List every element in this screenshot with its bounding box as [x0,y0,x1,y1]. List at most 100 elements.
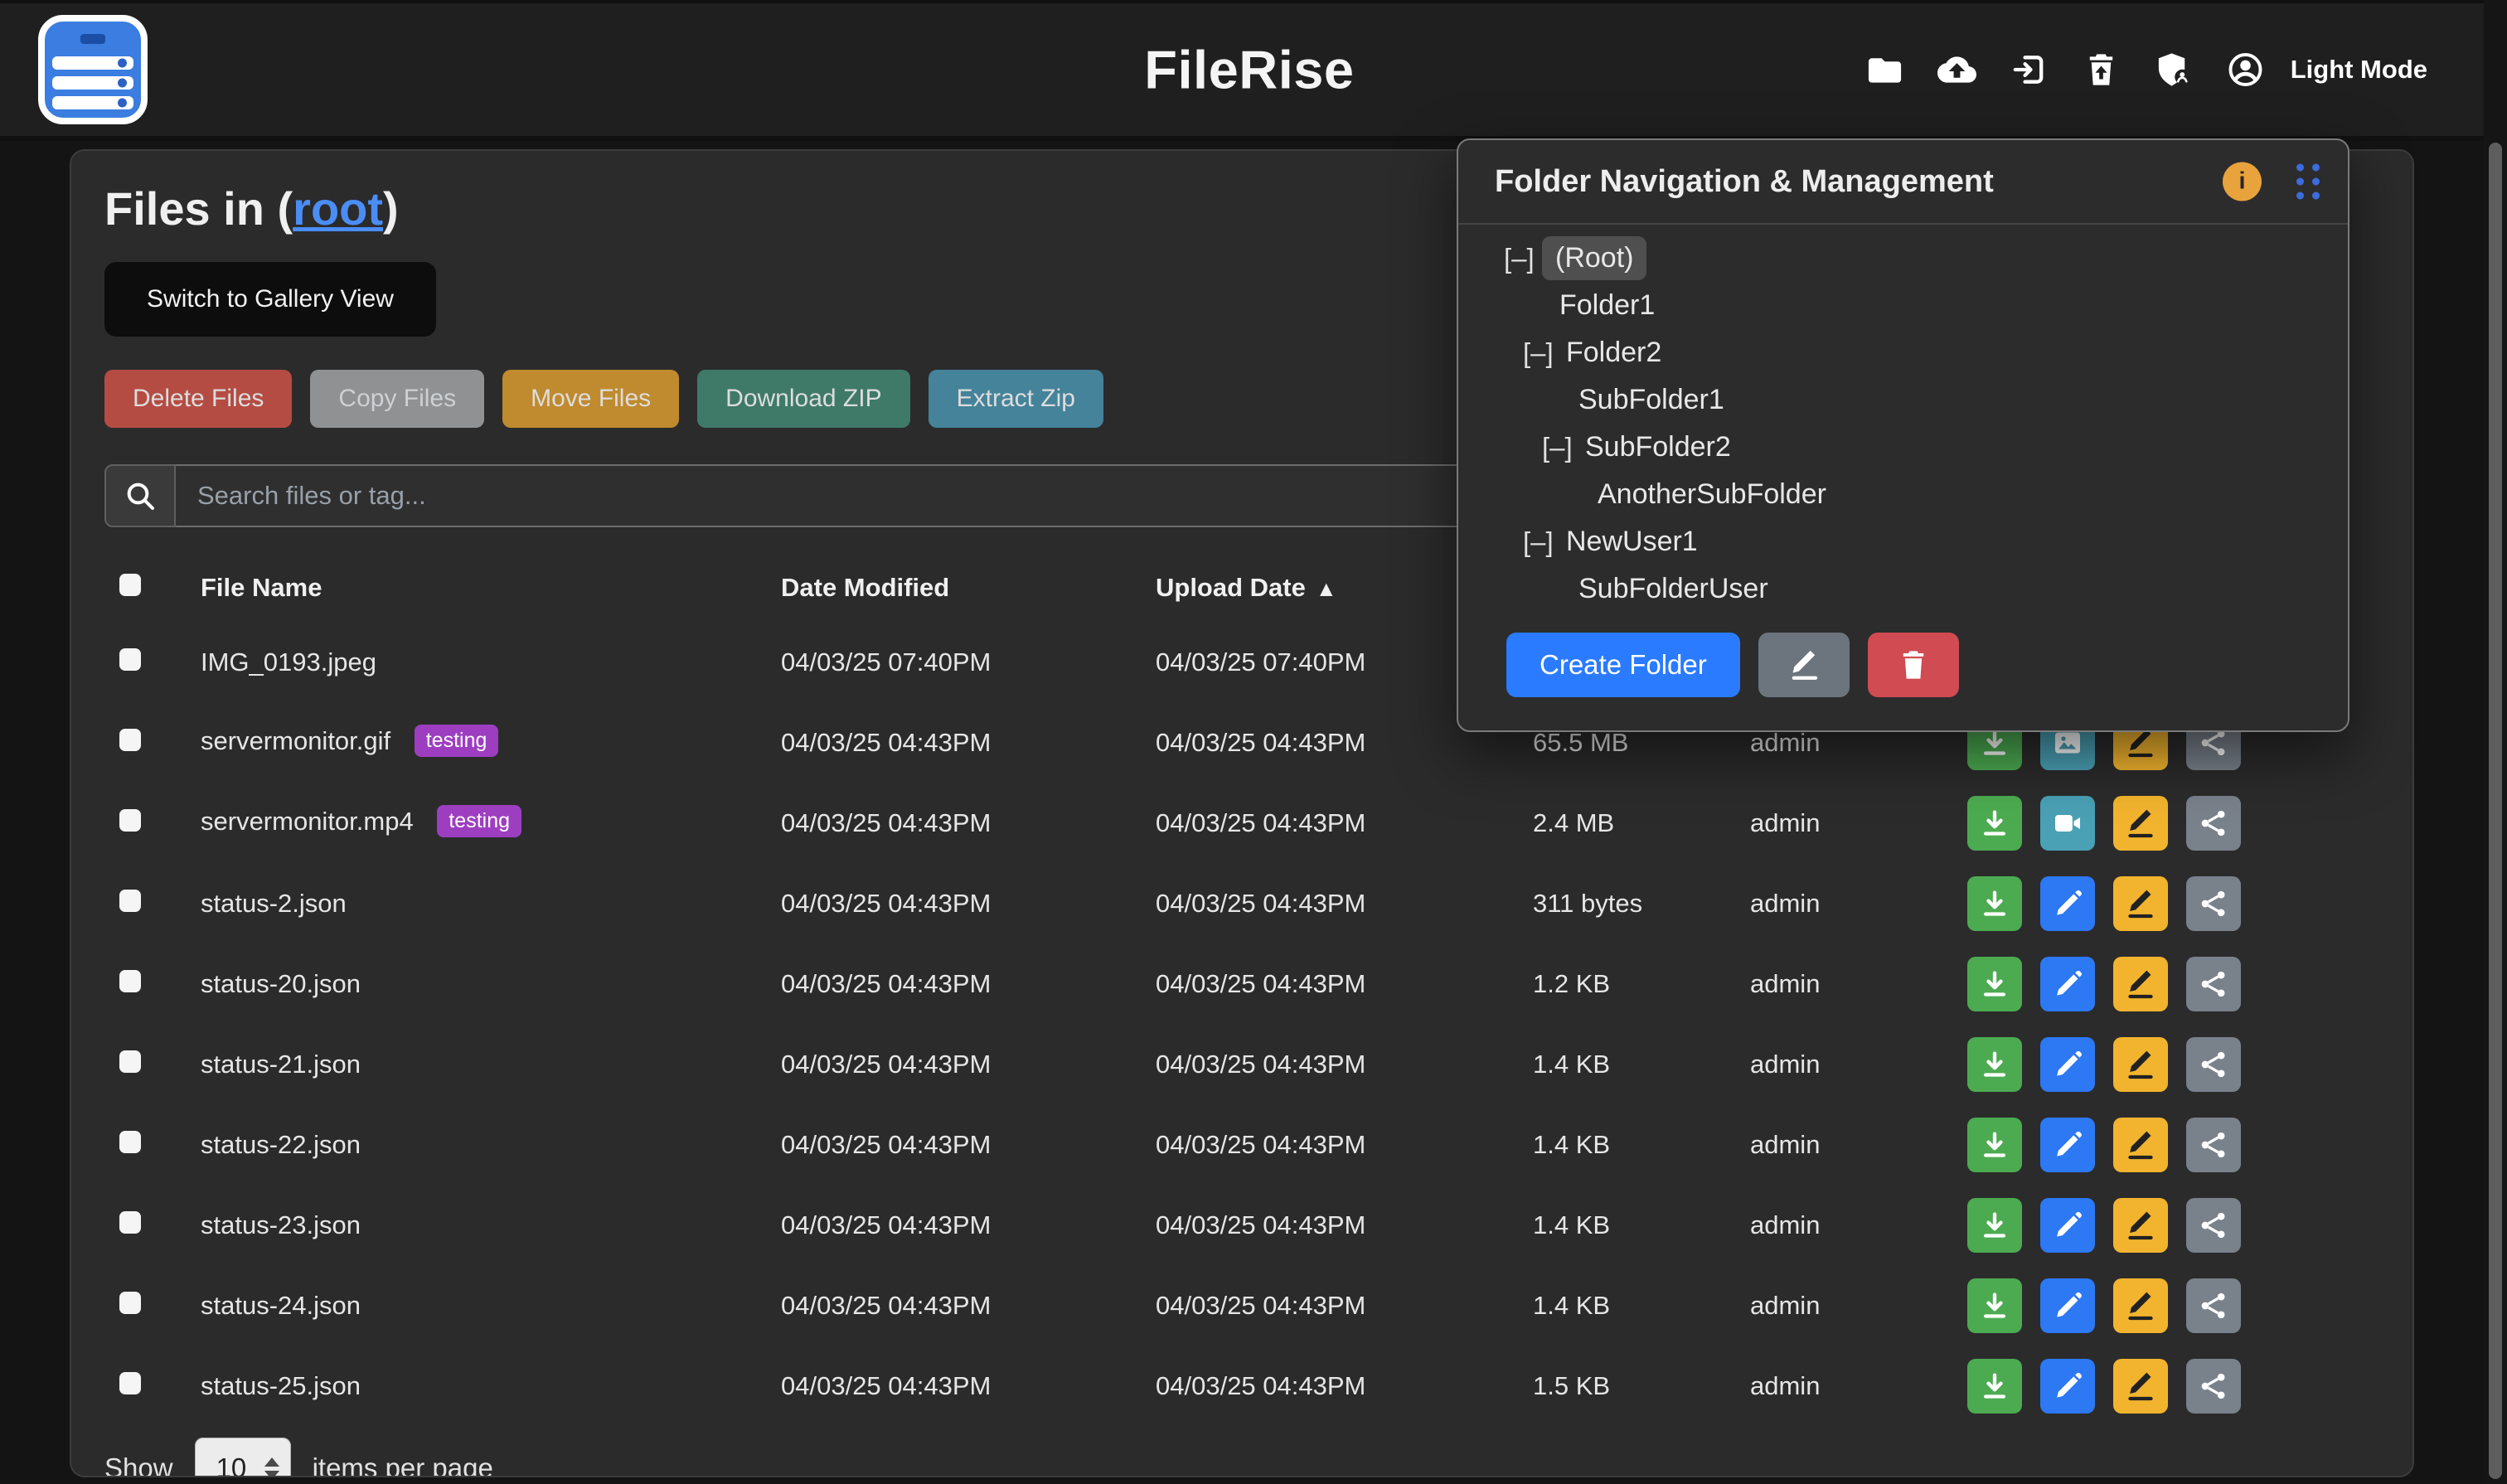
row-checkbox[interactable] [119,1372,141,1394]
sign-in-icon[interactable] [2010,51,2049,90]
rename-button[interactable] [2113,1198,2168,1253]
drag-handle-icon[interactable] [2296,164,2320,200]
delete-folder-button[interactable] [1868,633,1959,697]
rename-folder-button[interactable] [1758,633,1850,697]
rename-button[interactable] [2113,957,2168,1011]
preview-button[interactable] [2040,957,2095,1011]
extract-zip-button[interactable]: Extract Zip [929,370,1103,428]
column-header-file-name[interactable]: File Name [201,573,781,603]
file-name[interactable]: status-23.json [201,1210,361,1239]
folder-label[interactable]: AnotherSubFolder [1598,478,1826,511]
file-name[interactable]: status-20.json [201,969,361,998]
theme-toggle-button[interactable]: Light Mode [2291,55,2427,85]
rename-button[interactable] [2113,1359,2168,1414]
row-checkbox[interactable] [119,648,141,671]
folder-label[interactable]: Folder2 [1566,337,1661,369]
admin-shield-icon[interactable] [2154,51,2193,90]
rename-button[interactable] [2113,876,2168,931]
download-button[interactable] [1967,796,2022,851]
folder-label[interactable]: SubFolderUser [1578,573,1768,605]
preview-button[interactable] [2040,1198,2095,1253]
download-button[interactable] [1967,1359,2022,1414]
folder-tree-item[interactable]: [–] Folder2 [1458,329,2348,376]
row-checkbox[interactable] [119,1292,141,1314]
row-checkbox[interactable] [119,1050,141,1073]
rename-button[interactable] [2113,1118,2168,1172]
download-button[interactable] [1967,876,2022,931]
file-name[interactable]: status-2.json [201,889,347,918]
page-scrollbar[interactable] [2484,0,2507,1484]
share-button[interactable] [2186,796,2241,851]
file-name[interactable]: servermonitor.mp4 [201,807,414,836]
file-name[interactable]: status-25.json [201,1371,361,1400]
trash-restore-icon[interactable] [2082,51,2121,90]
folder-tree-item[interactable]: [–] SubFolder2 [1458,424,2348,471]
rename-button[interactable] [2113,796,2168,851]
folder-tree-item[interactable]: SubFolderUser [1458,565,2348,613]
folder-label[interactable]: NewUser1 [1566,526,1698,558]
info-icon[interactable]: i [2223,162,2262,201]
folder-label[interactable]: SubFolder1 [1578,384,1724,416]
folder-label[interactable]: (Root) [1542,236,1646,280]
row-checkbox[interactable] [119,809,141,832]
file-name[interactable]: status-24.json [201,1291,361,1320]
download-button[interactable] [1967,1118,2022,1172]
search-input[interactable] [176,464,1527,527]
column-header-date-modified[interactable]: Date Modified [781,573,1156,603]
file-name[interactable]: servermonitor.gif [201,726,390,755]
folder-tree-item[interactable]: SubFolder1 [1458,376,2348,424]
app-logo[interactable] [38,15,148,124]
preview-button[interactable] [2040,1278,2095,1333]
account-icon[interactable] [2226,51,2265,90]
preview-button[interactable] [2040,796,2095,851]
row-checkbox[interactable] [119,890,141,912]
scrollbar-thumb[interactable] [2489,143,2502,1479]
preview-button[interactable] [2040,1118,2095,1172]
share-button[interactable] [2186,957,2241,1011]
tree-toggle[interactable]: [–] [1542,432,1585,463]
row-checkbox[interactable] [119,970,141,992]
download-button[interactable] [1967,1198,2022,1253]
cloud-upload-icon[interactable] [1937,51,1976,90]
copy-files-button[interactable]: Copy Files [310,370,484,428]
row-checkbox[interactable] [119,1131,141,1153]
folder-icon[interactable] [1865,51,1904,90]
create-folder-button[interactable]: Create Folder [1506,633,1740,697]
download-zip-button[interactable]: Download ZIP [697,370,909,428]
tree-toggle[interactable]: [–] [1504,243,1547,274]
switch-gallery-view-button[interactable]: Switch to Gallery View [104,262,436,337]
download-button[interactable] [1967,1037,2022,1092]
download-button[interactable] [1967,957,2022,1011]
rename-button[interactable] [2113,1278,2168,1333]
folder-label[interactable]: SubFolder2 [1585,431,1731,463]
file-name[interactable]: status-21.json [201,1050,361,1079]
folder-label[interactable]: Folder1 [1559,289,1655,322]
share-button[interactable] [2186,1037,2241,1092]
share-button[interactable] [2186,876,2241,931]
select-all-checkbox[interactable] [119,574,141,596]
folder-tree-item[interactable]: AnotherSubFolder [1458,471,2348,518]
download-button[interactable] [1967,1278,2022,1333]
tree-toggle[interactable]: [–] [1523,526,1566,558]
file-name[interactable]: IMG_0193.jpeg [201,647,376,677]
items-per-page-select[interactable]: 10 [195,1438,291,1477]
root-folder-link[interactable]: root [293,182,383,235]
share-button[interactable] [2186,1198,2241,1253]
folder-tree-item[interactable]: Folder1 [1458,282,2348,329]
file-name[interactable]: status-22.json [201,1130,361,1159]
preview-button[interactable] [2040,1359,2095,1414]
delete-files-button[interactable]: Delete Files [104,370,292,428]
folder-panel-header: Folder Navigation & Management i [1458,140,2348,225]
preview-button[interactable] [2040,1037,2095,1092]
share-button[interactable] [2186,1118,2241,1172]
folder-tree-item[interactable]: [–] (Root) [1458,235,2348,282]
share-button[interactable] [2186,1359,2241,1414]
row-checkbox[interactable] [119,729,141,751]
tree-toggle[interactable]: [–] [1523,337,1566,369]
preview-button[interactable] [2040,876,2095,931]
rename-button[interactable] [2113,1037,2168,1092]
share-button[interactable] [2186,1278,2241,1333]
move-files-button[interactable]: Move Files [502,370,679,428]
folder-tree-item[interactable]: [–] NewUser1 [1458,518,2348,565]
row-checkbox[interactable] [119,1211,141,1234]
